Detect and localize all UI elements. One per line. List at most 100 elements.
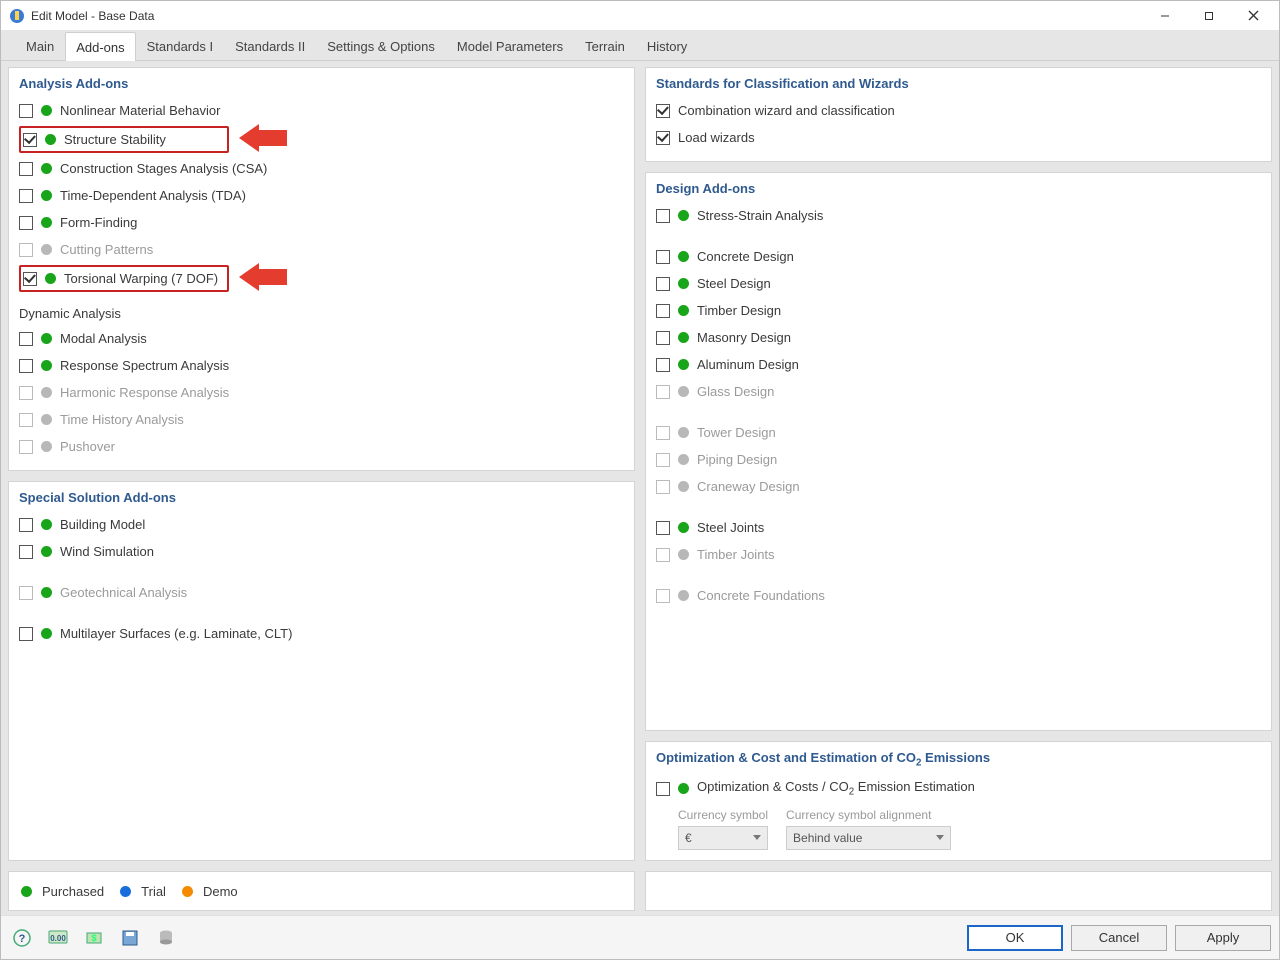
status-dot — [678, 549, 689, 560]
highlight-analysis1-1: Structure Stability — [19, 126, 229, 153]
checkbox-analysis1-6[interactable] — [23, 272, 37, 286]
apply-button[interactable]: Apply — [1175, 925, 1271, 951]
status-dot — [678, 359, 689, 370]
minimize-button[interactable] — [1143, 2, 1187, 30]
checkbox-analysis2-1[interactable] — [19, 359, 33, 373]
checkbox-design-1-2[interactable] — [656, 304, 670, 318]
status-dot — [45, 273, 56, 284]
status-dot — [678, 427, 689, 438]
tab-model-parameters[interactable]: Model Parameters — [446, 31, 574, 60]
design-list: Stress-Strain AnalysisConcrete DesignSte… — [656, 202, 1261, 609]
tab-settings-options[interactable]: Settings & Options — [316, 31, 446, 60]
maximize-button[interactable] — [1187, 2, 1231, 30]
label-analysis2-2: Harmonic Response Analysis — [60, 385, 229, 400]
tab-terrain[interactable]: Terrain — [574, 31, 636, 60]
panel-title-optimization: Optimization & Cost and Estimation of CO… — [656, 750, 1261, 769]
checkbox-design-0-0[interactable] — [656, 209, 670, 223]
checkbox-design-1-3[interactable] — [656, 331, 670, 345]
status-dot — [41, 360, 52, 371]
label-analysis1-6: Torsional Warping (7 DOF) — [64, 271, 218, 286]
tab-standards-ii[interactable]: Standards II — [224, 31, 316, 60]
status-dot — [678, 332, 689, 343]
checkbox-special-3[interactable] — [19, 627, 33, 641]
checkbox-design-4-0 — [656, 589, 670, 603]
checkbox-analysis1-3[interactable] — [19, 189, 33, 203]
label-design-2-0: Tower Design — [697, 425, 776, 440]
cancel-button[interactable]: Cancel — [1071, 925, 1167, 951]
status-dot — [678, 210, 689, 221]
checkbox-analysis1-2[interactable] — [19, 162, 33, 176]
status-dot — [41, 163, 52, 174]
checkbox-optimization[interactable] — [656, 782, 670, 796]
checkbox-special-1[interactable] — [19, 545, 33, 559]
ok-button[interactable]: OK — [967, 925, 1063, 951]
special-list: Building ModelWind SimulationGeotechnica… — [19, 511, 624, 647]
label-special-3: Multilayer Surfaces (e.g. Laminate, CLT) — [60, 626, 292, 641]
checkbox-std-0[interactable] — [656, 104, 670, 118]
checkbox-analysis1-0[interactable] — [19, 104, 33, 118]
currency-icon[interactable]: $ — [81, 925, 107, 951]
label-optimization: Optimization & Costs / CO2 Emission Esti… — [697, 779, 975, 798]
status-dot — [678, 251, 689, 262]
status-dot — [41, 587, 52, 598]
tab-add-ons[interactable]: Add-ons — [65, 32, 135, 61]
label-std-1: Load wizards — [678, 130, 755, 145]
panel-title-standards: Standards for Classification and Wizards — [656, 76, 1261, 91]
status-dot — [41, 441, 52, 452]
tabstrip: Main Add-ons Standards I Standards II Se… — [1, 31, 1279, 61]
panel-design-addons: Design Add-ons Stress-Strain AnalysisCon… — [645, 172, 1272, 731]
legend-dot-demo — [182, 886, 193, 897]
chevron-down-icon — [753, 835, 761, 840]
checkbox-analysis1-1[interactable] — [23, 133, 37, 147]
panel-optimization: Optimization & Cost and Estimation of CO… — [645, 741, 1272, 861]
checkbox-design-1-0[interactable] — [656, 250, 670, 264]
tab-main[interactable]: Main — [15, 31, 65, 60]
svg-text:0.00: 0.00 — [50, 934, 66, 943]
save-icon[interactable] — [117, 925, 143, 951]
database-icon[interactable] — [153, 925, 179, 951]
checkbox-analysis1-4[interactable] — [19, 216, 33, 230]
label-design-4-0: Concrete Foundations — [697, 588, 825, 603]
checkbox-design-3-0[interactable] — [656, 521, 670, 535]
red-arrow-icon — [239, 124, 287, 155]
label-analysis1-5: Cutting Patterns — [60, 242, 153, 257]
checkbox-design-1-1[interactable] — [656, 277, 670, 291]
checkbox-analysis2-4 — [19, 440, 33, 454]
status-dot — [41, 190, 52, 201]
label-currency-align: Currency symbol alignment — [786, 808, 951, 822]
select-currency-symbol[interactable]: € — [678, 826, 768, 850]
window: Edit Model - Base Data Main Add-ons Stan… — [0, 0, 1280, 960]
status-dot — [41, 333, 52, 344]
status-dot — [45, 134, 56, 145]
tab-history[interactable]: History — [636, 31, 698, 60]
status-dot — [41, 105, 52, 116]
label-analysis2-1: Response Spectrum Analysis — [60, 358, 229, 373]
status-dot — [41, 519, 52, 530]
status-dot — [41, 546, 52, 557]
checkbox-analysis1-5 — [19, 243, 33, 257]
label-design-2-1: Piping Design — [697, 452, 777, 467]
help-icon[interactable]: ? — [9, 925, 35, 951]
label-analysis2-3: Time History Analysis — [60, 412, 184, 427]
checkbox-special-0[interactable] — [19, 518, 33, 532]
label-analysis1-4: Form-Finding — [60, 215, 137, 230]
legend-purchased: Purchased — [42, 884, 104, 899]
status-dot — [41, 244, 52, 255]
checkbox-design-1-4[interactable] — [656, 358, 670, 372]
select-currency-align[interactable]: Behind value — [786, 826, 951, 850]
panel-standards: Standards for Classification and Wizards… — [645, 67, 1272, 162]
checkbox-design-1-5 — [656, 385, 670, 399]
label-design-1-4: Aluminum Design — [697, 357, 799, 372]
panel-title-special: Special Solution Add-ons — [19, 490, 624, 505]
checkbox-std-1[interactable] — [656, 131, 670, 145]
tab-standards-i[interactable]: Standards I — [136, 31, 225, 60]
legend-dot-purchased — [21, 886, 32, 897]
window-title: Edit Model - Base Data — [31, 9, 1143, 23]
status-dot — [41, 628, 52, 639]
legend-demo: Demo — [203, 884, 238, 899]
status-dot — [678, 590, 689, 601]
label-special-0: Building Model — [60, 517, 145, 532]
checkbox-analysis2-0[interactable] — [19, 332, 33, 346]
close-button[interactable] — [1231, 2, 1275, 30]
units-icon[interactable]: 0.00 — [45, 925, 71, 951]
